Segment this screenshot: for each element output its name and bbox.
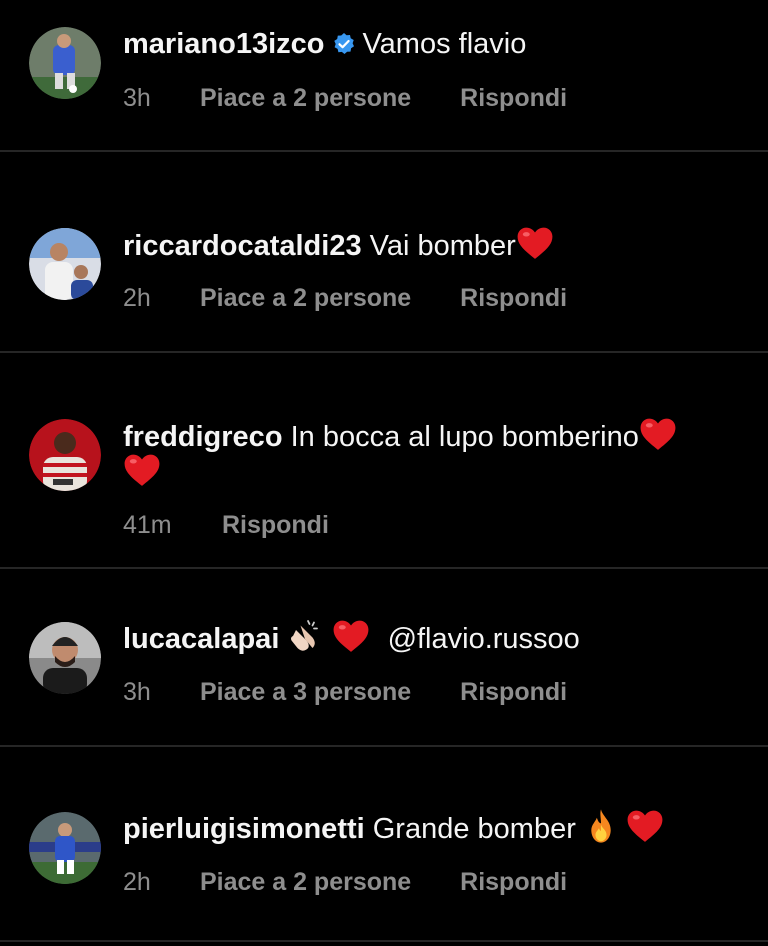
comment-time: 2h bbox=[123, 868, 151, 896]
avatar[interactable] bbox=[29, 419, 101, 491]
comment-time: 41m bbox=[123, 511, 172, 539]
clapping-hands-icon bbox=[287, 618, 323, 665]
heart-icon bbox=[123, 452, 161, 499]
comment-username[interactable]: freddigreco bbox=[123, 421, 283, 453]
reply-button[interactable]: Rispondi bbox=[460, 675, 567, 709]
comment-username[interactable]: pierluigisimonetti bbox=[123, 813, 365, 845]
comment-likes[interactable]: Piace a 3 persone bbox=[200, 675, 411, 709]
comment-time: 2h bbox=[123, 284, 151, 312]
comment-text: Vai bomber bbox=[369, 230, 516, 262]
reply-button[interactable]: Rispondi bbox=[460, 281, 567, 315]
heart-icon bbox=[516, 225, 554, 272]
comment-username[interactable]: lucacalapai bbox=[123, 623, 279, 655]
verified-badge-icon bbox=[332, 27, 356, 67]
reply-button[interactable]: Rispondi bbox=[460, 81, 567, 115]
comment-text: Grande bomber bbox=[372, 813, 576, 845]
heart-icon bbox=[332, 618, 370, 665]
divider bbox=[0, 567, 768, 569]
comment-username[interactable]: riccardocataldi23 bbox=[123, 230, 362, 262]
heart-icon bbox=[626, 808, 664, 855]
comment-time: 3h bbox=[123, 678, 151, 706]
divider bbox=[0, 745, 768, 747]
reply-button[interactable]: Rispondi bbox=[222, 508, 329, 542]
divider bbox=[0, 940, 768, 942]
comment-likes[interactable]: Piace a 2 persone bbox=[200, 865, 411, 899]
comment-text: In bocca al lupo bomberino bbox=[290, 421, 639, 453]
avatar[interactable] bbox=[29, 228, 101, 300]
comment-likes[interactable]: Piace a 2 persone bbox=[200, 281, 411, 315]
comment-username[interactable]: mariano13izco bbox=[123, 28, 324, 60]
comment-text: Vamos flavio bbox=[362, 28, 527, 60]
fire-icon bbox=[584, 808, 618, 855]
divider bbox=[0, 351, 768, 353]
avatar[interactable] bbox=[29, 812, 101, 884]
avatar[interactable] bbox=[29, 27, 101, 99]
reply-button[interactable]: Rispondi bbox=[460, 865, 567, 899]
divider bbox=[0, 150, 768, 152]
comment-time: 3h bbox=[123, 84, 151, 112]
comment-text[interactable]: @flavio.russoo bbox=[388, 623, 580, 655]
avatar[interactable] bbox=[29, 622, 101, 694]
comment-likes[interactable]: Piace a 2 persone bbox=[200, 81, 411, 115]
